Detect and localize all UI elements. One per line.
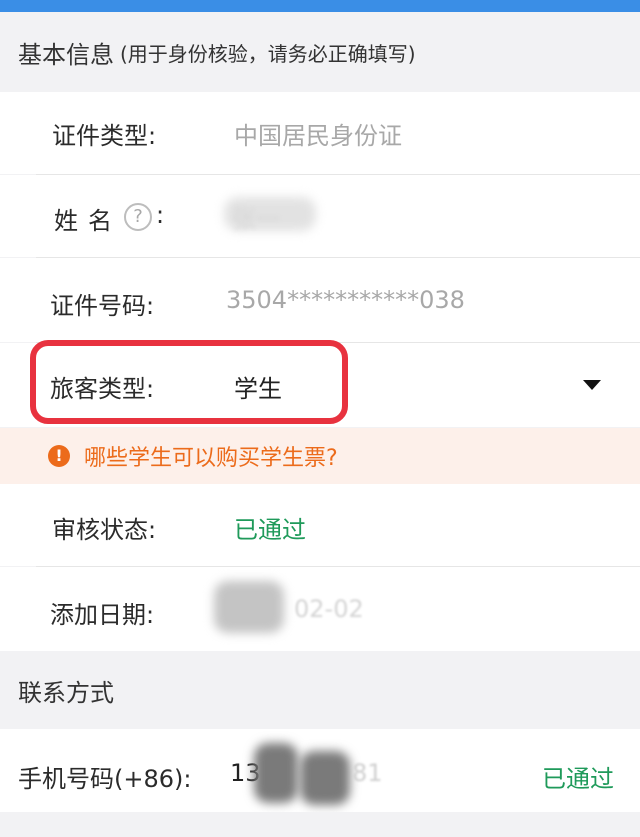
id-number-label: 证件号码:	[50, 292, 155, 320]
phone-label: 手机号码(+86):	[18, 765, 192, 793]
bottom-band	[0, 812, 640, 837]
phone-redaction-1	[254, 743, 298, 803]
add-date-redaction	[214, 581, 284, 633]
add-date-label: 添加日期:	[50, 601, 155, 629]
name-label-colon: :	[156, 201, 165, 229]
id-type-value: 中国居民身份证	[234, 122, 402, 150]
add-date-row: 添加日期: 02-02	[0, 567, 640, 651]
basic-info-header: 基本信息 (用于身份核验，请务必正确填写)	[0, 12, 640, 92]
id-number-value: 3504***********038	[226, 286, 465, 314]
student-ticket-notice[interactable]: ! 哪些学生可以购买学生票?	[0, 428, 640, 484]
review-status-label: 审核状态:	[52, 516, 157, 544]
basic-info-title: 基本信息	[18, 40, 114, 69]
phone-redaction-2	[300, 751, 350, 805]
name-label-char-1: 姓	[54, 207, 78, 235]
phone-status: 已通过	[542, 765, 614, 793]
id-type-label: 证件类型:	[52, 122, 157, 150]
top-bar	[0, 0, 640, 12]
basic-info-subtitle: (用于身份核验，请务必正确填写)	[120, 41, 416, 66]
name-value: 张一	[232, 205, 280, 233]
review-status-value: 已通过	[234, 516, 306, 544]
caret-down-icon[interactable]	[583, 380, 601, 390]
highlight-annotation	[30, 340, 348, 424]
contact-title: 联系方式	[18, 678, 114, 707]
id-number-row: 证件号码: 3504***********038	[0, 258, 640, 342]
phone-tail: 81	[352, 759, 383, 787]
student-ticket-link[interactable]: 哪些学生可以购买学生票?	[84, 440, 338, 472]
name-label-char-2: 名	[88, 207, 112, 235]
add-date-value-tail: 02-02	[294, 595, 364, 623]
id-type-row: 证件类型: 中国居民身份证	[0, 92, 640, 174]
contact-header: 联系方式	[0, 651, 640, 729]
phone-row: 手机号码(+86): 13 81 已通过	[0, 729, 640, 813]
review-status-row: 审核状态: 已通过	[0, 484, 640, 566]
question-circle-icon[interactable]: ?	[124, 203, 152, 231]
warning-circle-icon: !	[48, 445, 70, 467]
name-row: 姓 名 ? : 张一	[0, 175, 640, 257]
